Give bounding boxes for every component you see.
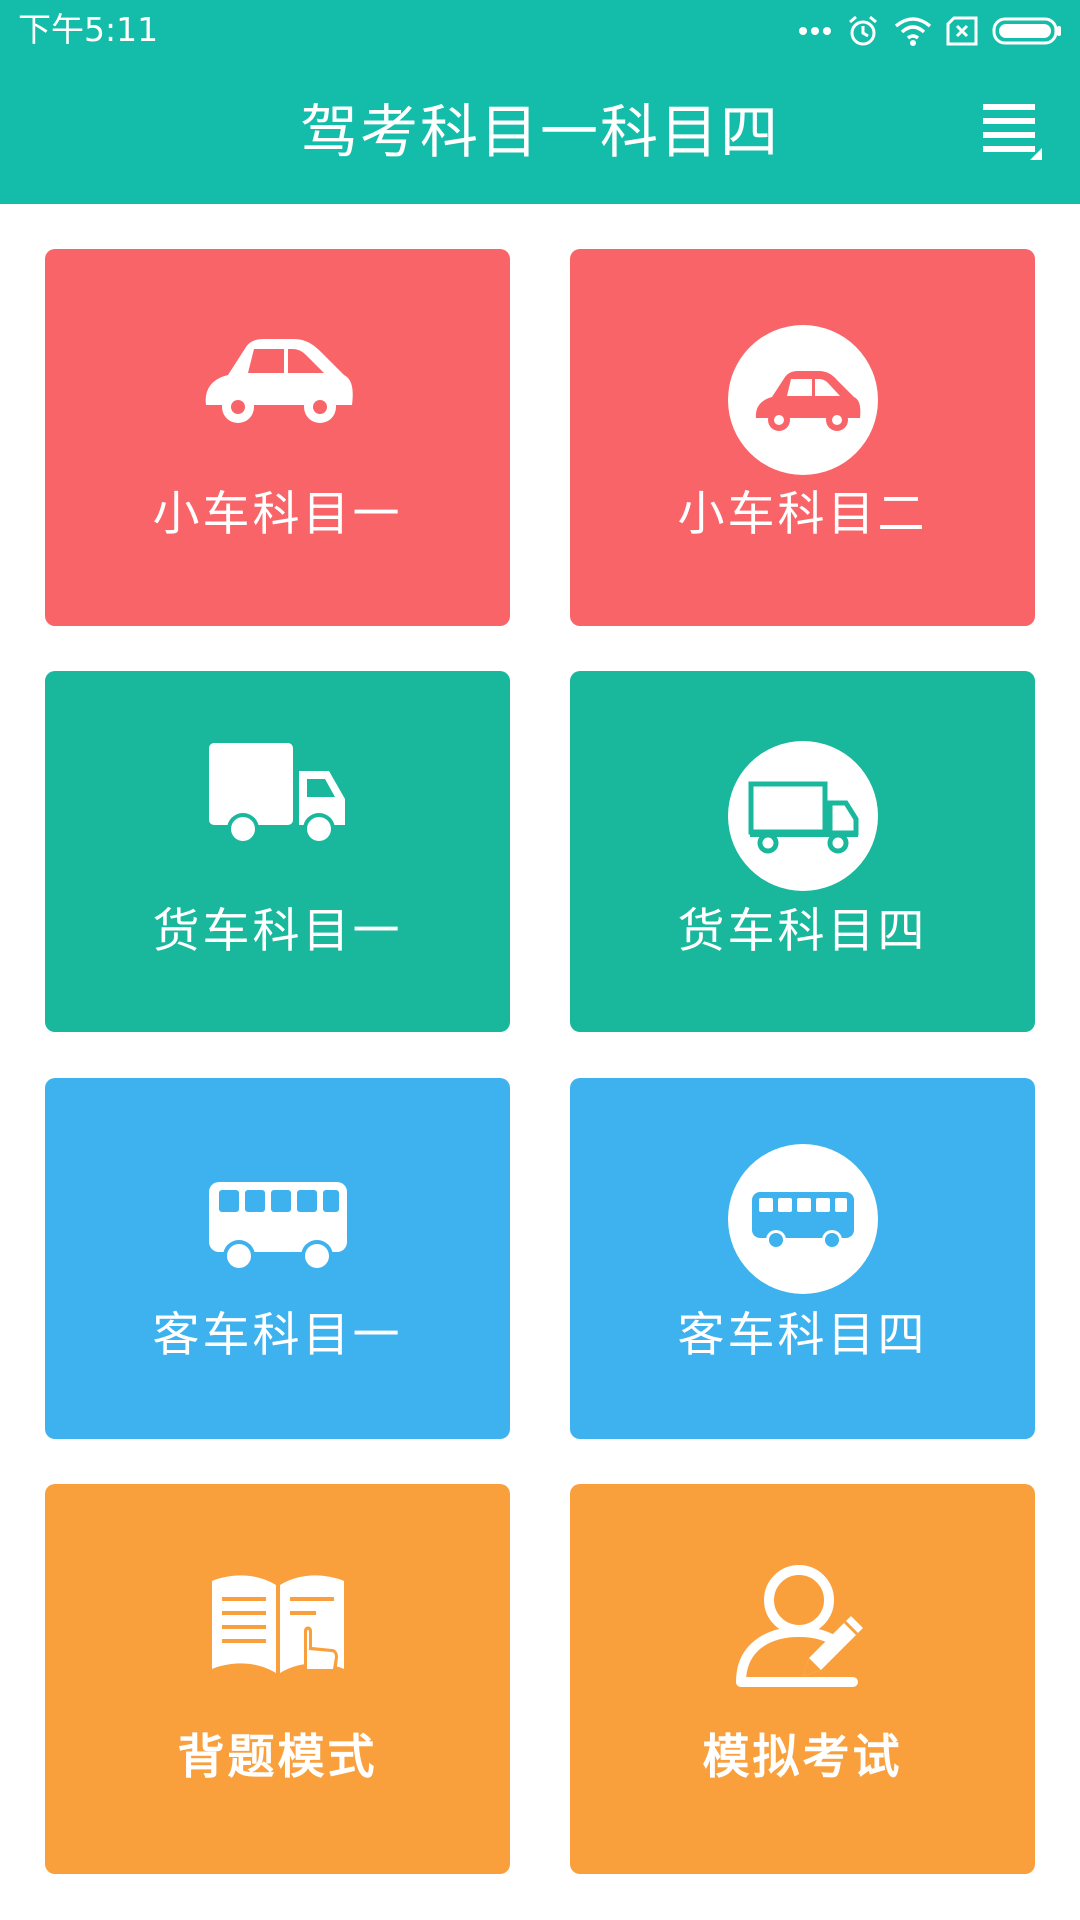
bus-circle-icon xyxy=(727,1144,878,1294)
exam-user-icon xyxy=(735,1565,863,1687)
status-bar: 下午5:11 xyxy=(0,0,1080,62)
bus-icon xyxy=(208,1182,347,1272)
tile-label: 客车科目四 xyxy=(677,1308,928,1363)
battery-icon xyxy=(992,17,1061,45)
tile-label: 模拟考试 xyxy=(702,1730,903,1785)
tile-label: 货车科目一 xyxy=(152,904,403,959)
tile-car-subject-one[interactable]: 小车科目一 xyxy=(45,249,510,626)
app-header: 驾考科目一科目四 xyxy=(0,62,1080,204)
sim-off-icon xyxy=(946,16,978,46)
book-icon xyxy=(211,1575,344,1675)
wifi-icon xyxy=(894,17,932,46)
truck-icon xyxy=(208,743,345,845)
tile-label: 小车科目一 xyxy=(152,487,403,542)
car-circle-icon xyxy=(727,325,878,475)
alarm-icon xyxy=(849,15,877,46)
tile-truck-subject-one[interactable]: 货车科目一 xyxy=(45,671,510,1032)
tile-car-subject-two[interactable]: 小车科目二 xyxy=(570,249,1035,626)
tile-bus-subject-four[interactable]: 客车科目四 xyxy=(570,1078,1035,1439)
page-title: 驾考科目一科目四 xyxy=(299,98,780,166)
tile-label: 背题模式 xyxy=(177,1730,378,1785)
more-dots-icon xyxy=(799,27,831,35)
truck-circle-icon xyxy=(727,741,878,891)
tile-label: 货车科目四 xyxy=(677,904,928,959)
tile-bus-subject-one[interactable]: 客车科目一 xyxy=(45,1078,510,1439)
tile-study-mode[interactable]: 背题模式 xyxy=(45,1484,510,1874)
tile-mock-exam[interactable]: 模拟考试 xyxy=(570,1484,1035,1874)
status-icons xyxy=(798,12,1062,50)
tile-label: 小车科目二 xyxy=(677,487,928,542)
car-icon xyxy=(205,339,353,423)
menu-button[interactable] xyxy=(978,98,1048,168)
menu-icon xyxy=(983,104,1042,160)
tile-truck-subject-four[interactable]: 货车科目四 xyxy=(570,671,1035,1032)
status-time: 下午5:11 xyxy=(18,10,159,49)
tile-label: 客车科目一 xyxy=(152,1308,403,1363)
